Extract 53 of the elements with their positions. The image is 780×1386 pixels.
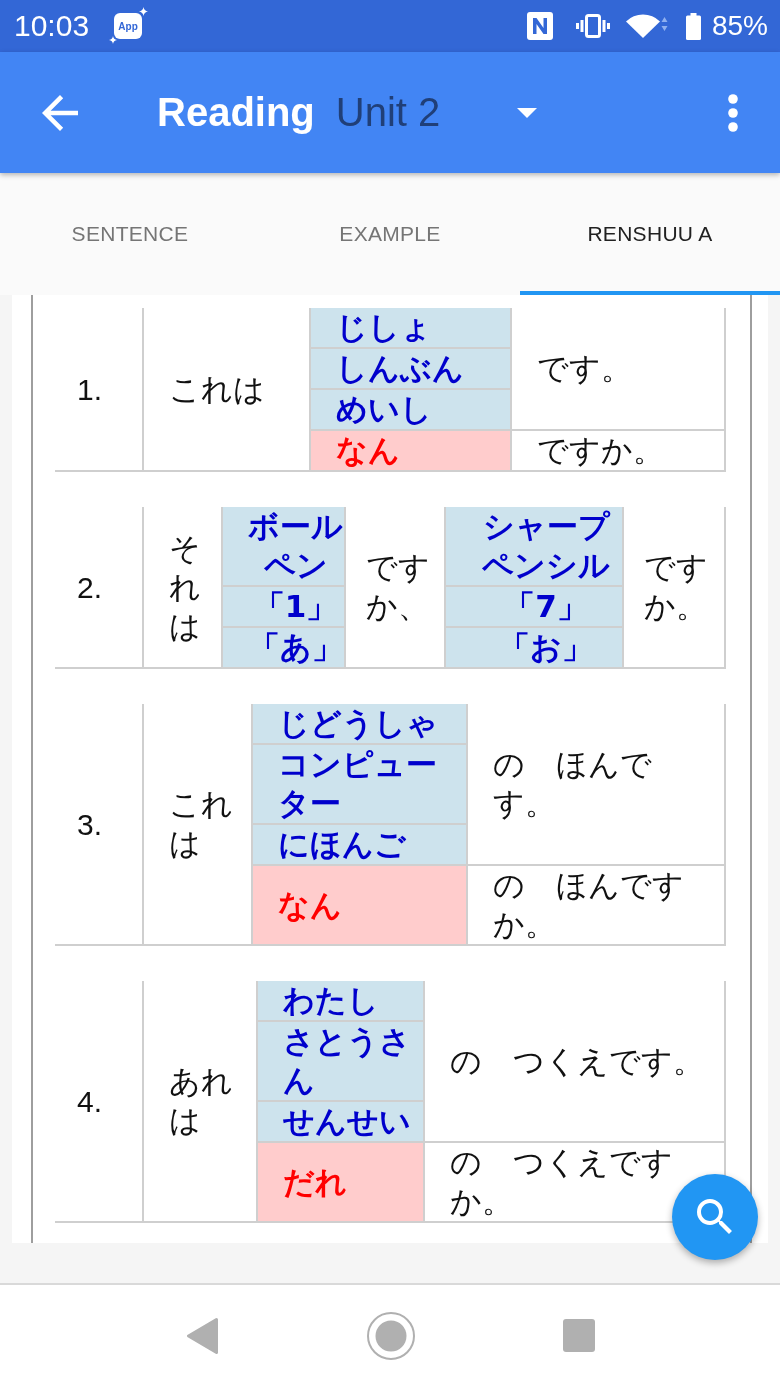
nfc-icon [526,12,553,40]
battery-percentage: 85% [711,10,768,42]
sentence-subject: これは [169,370,265,407]
choice-cell: わたし [257,981,424,1021]
question-word-cell: なん [310,430,511,471]
back-icon[interactable] [42,94,78,131]
sentence-ending: ですか、 [366,549,430,624]
search-icon [697,1199,733,1235]
sentence-ending: ですか。 [537,432,664,468]
sentence-subject: これは [169,786,233,861]
sentence-subject: あれは [169,1063,233,1138]
choice-cell: ボールペン [222,507,345,586]
choice-cell: 「あ」 [222,627,345,668]
choice-cell: シャープペンシル [445,507,623,586]
wifi-icon [625,14,668,38]
caret-icon [517,107,538,118]
battery-icon [685,12,701,40]
choice-cell: 「お」 [445,627,623,668]
sparkle-icon [109,36,118,44]
item-number: 1. [77,372,103,406]
sentence-ending: です。 [537,350,632,386]
tab[interactable]: EXAMPLE [260,173,520,295]
choice-cell: めいし [310,389,511,430]
sentence-ending: の つくえです。 [450,1042,704,1079]
question-word-cell: だれ [257,1142,424,1222]
sentence-ending: の つくえですか。 [450,1144,673,1219]
choice-cell: さとうさん [257,1021,424,1101]
choice-cell: 「1」 [222,586,345,627]
sentence-ending: の ほんですか。 [493,867,684,942]
back-icon[interactable] [187,1317,218,1354]
question-word-cell: なん [252,865,467,945]
tab[interactable]: SENTENCE [0,173,260,295]
sparkle-icon [139,7,149,16]
home-icon[interactable] [367,1311,415,1360]
sentence-subject: それは [169,529,201,644]
choice-cell: しんぶん [310,348,511,389]
unit-dropdown[interactable]: Unit 2 [335,90,538,135]
choice-cell: コンピューター [252,744,467,824]
vibrate-icon [575,14,610,38]
item-number: 4. [77,1084,103,1118]
choice-cell: じしょ [310,308,511,348]
choice-cell: せんせい [257,1101,424,1142]
choice-cell: にほんご [252,824,467,865]
choice-cell: 「7」 [445,586,623,627]
sentence-ending: ですか。 [644,549,708,624]
app-badge: App [114,13,143,39]
item-number: 3. [77,807,103,841]
sentence-ending: の ほんです。 [493,746,652,821]
choice-cell: じどうしゃ [252,704,467,744]
screen-title: Reading [157,90,315,135]
status-time: 10:03 [14,9,90,43]
item-number: 2. [77,570,103,604]
more-icon[interactable] [728,93,738,132]
